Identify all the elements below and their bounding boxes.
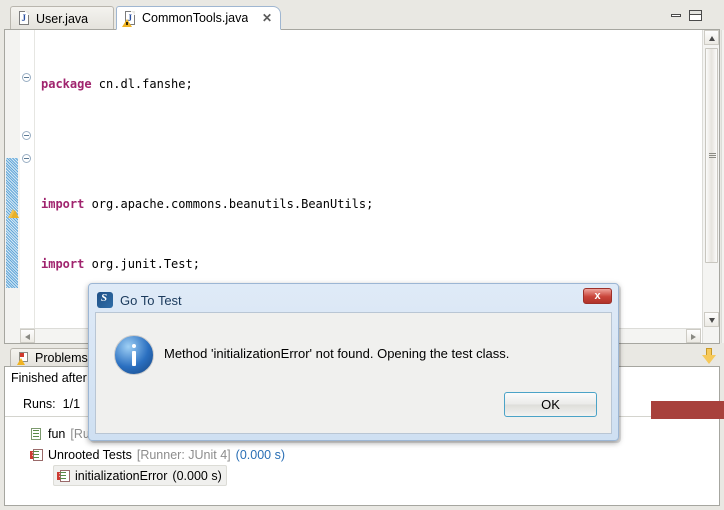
test-name: initializationError: [75, 468, 168, 483]
fold-collapse-icon[interactable]: [22, 131, 31, 140]
junit-runs-label: Runs:: [23, 397, 56, 411]
fold-collapse-icon[interactable]: [22, 73, 31, 82]
warning-marker-icon[interactable]: [7, 208, 19, 219]
junit-runs-value: 1/1: [62, 397, 81, 411]
table-row[interactable]: x initializationError (0.000 s): [53, 465, 717, 486]
editor-tab-commontools-java[interactable]: J CommonTools.java ✕: [116, 6, 281, 30]
test-runner: [Runner: JUnit 4]: [136, 447, 231, 462]
maximize-icon[interactable]: [689, 10, 702, 21]
editor-tab-user-java[interactable]: J User.java: [10, 6, 114, 30]
editor-window-buttons: [670, 10, 702, 21]
editor-tab-bar: J User.java J CommonTools.java ✕: [4, 4, 720, 30]
scroll-down-button[interactable]: [704, 312, 719, 327]
eclipse-icon: [97, 292, 113, 308]
problems-icon: [17, 351, 31, 365]
java-file-icon: J: [18, 11, 31, 26]
minimize-icon[interactable]: [670, 10, 683, 21]
folding-ruler[interactable]: [20, 30, 35, 343]
java-file-warning-icon: J: [122, 10, 137, 27]
selected-test-item[interactable]: x initializationError (0.000 s): [53, 465, 227, 486]
tab-problems-label: Problems: [35, 351, 88, 365]
code-line: package cn.dl.fanshe;: [41, 77, 193, 91]
test-method-icon: [29, 427, 43, 441]
information-icon: [114, 335, 154, 375]
annotation-ruler[interactable]: [5, 30, 21, 343]
dialog-body: Method 'initializationError' not found. …: [95, 312, 612, 434]
editor-tab-label: User.java: [36, 11, 89, 26]
close-button[interactable]: x: [583, 288, 612, 304]
test-name: fun: [48, 426, 66, 441]
test-error-icon: x: [56, 469, 70, 483]
scroll-up-button[interactable]: [704, 30, 719, 45]
junit-failure-bar: [651, 401, 724, 419]
editor-tab-label: CommonTools.java: [142, 11, 249, 25]
ok-button[interactable]: OK: [504, 392, 597, 417]
test-duration: (0.000 s): [235, 447, 285, 462]
test-error-icon: x: [29, 448, 43, 462]
scroll-right-button[interactable]: [686, 329, 701, 343]
dialog-title: Go To Test: [120, 292, 182, 308]
selection-marker: [6, 158, 18, 288]
scrollbar-thumb[interactable]: [705, 48, 718, 263]
code-line: import org.junit.Test;: [41, 257, 200, 271]
go-to-test-dialog: Go To Test x Method 'initializationError…: [88, 283, 619, 441]
close-icon[interactable]: ✕: [262, 12, 272, 24]
junit-status-text: Finished after: [11, 371, 87, 385]
eclipse-window: J User.java J CommonTools.java ✕ package…: [0, 0, 724, 510]
code-line: import org.apache.commons.beanutils.Bean…: [41, 197, 374, 211]
table-row[interactable]: x Unrooted Tests [Runner: JUnit 4] (0.00…: [29, 444, 717, 465]
editor-vertical-scrollbar[interactable]: [702, 30, 724, 343]
tab-problems[interactable]: Problems: [10, 348, 95, 367]
test-duration: (0.000 s): [172, 468, 222, 483]
junit-runs: Runs: 1/1: [23, 397, 80, 411]
test-name: Unrooted Tests: [48, 447, 132, 462]
dialog-title-bar: Go To Test: [97, 289, 182, 311]
scroll-left-button[interactable]: [20, 329, 35, 343]
fold-collapse-icon[interactable]: [22, 154, 31, 163]
down-arrow-icon[interactable]: [702, 348, 716, 364]
dialog-message: Method 'initializationError' not found. …: [164, 346, 510, 361]
